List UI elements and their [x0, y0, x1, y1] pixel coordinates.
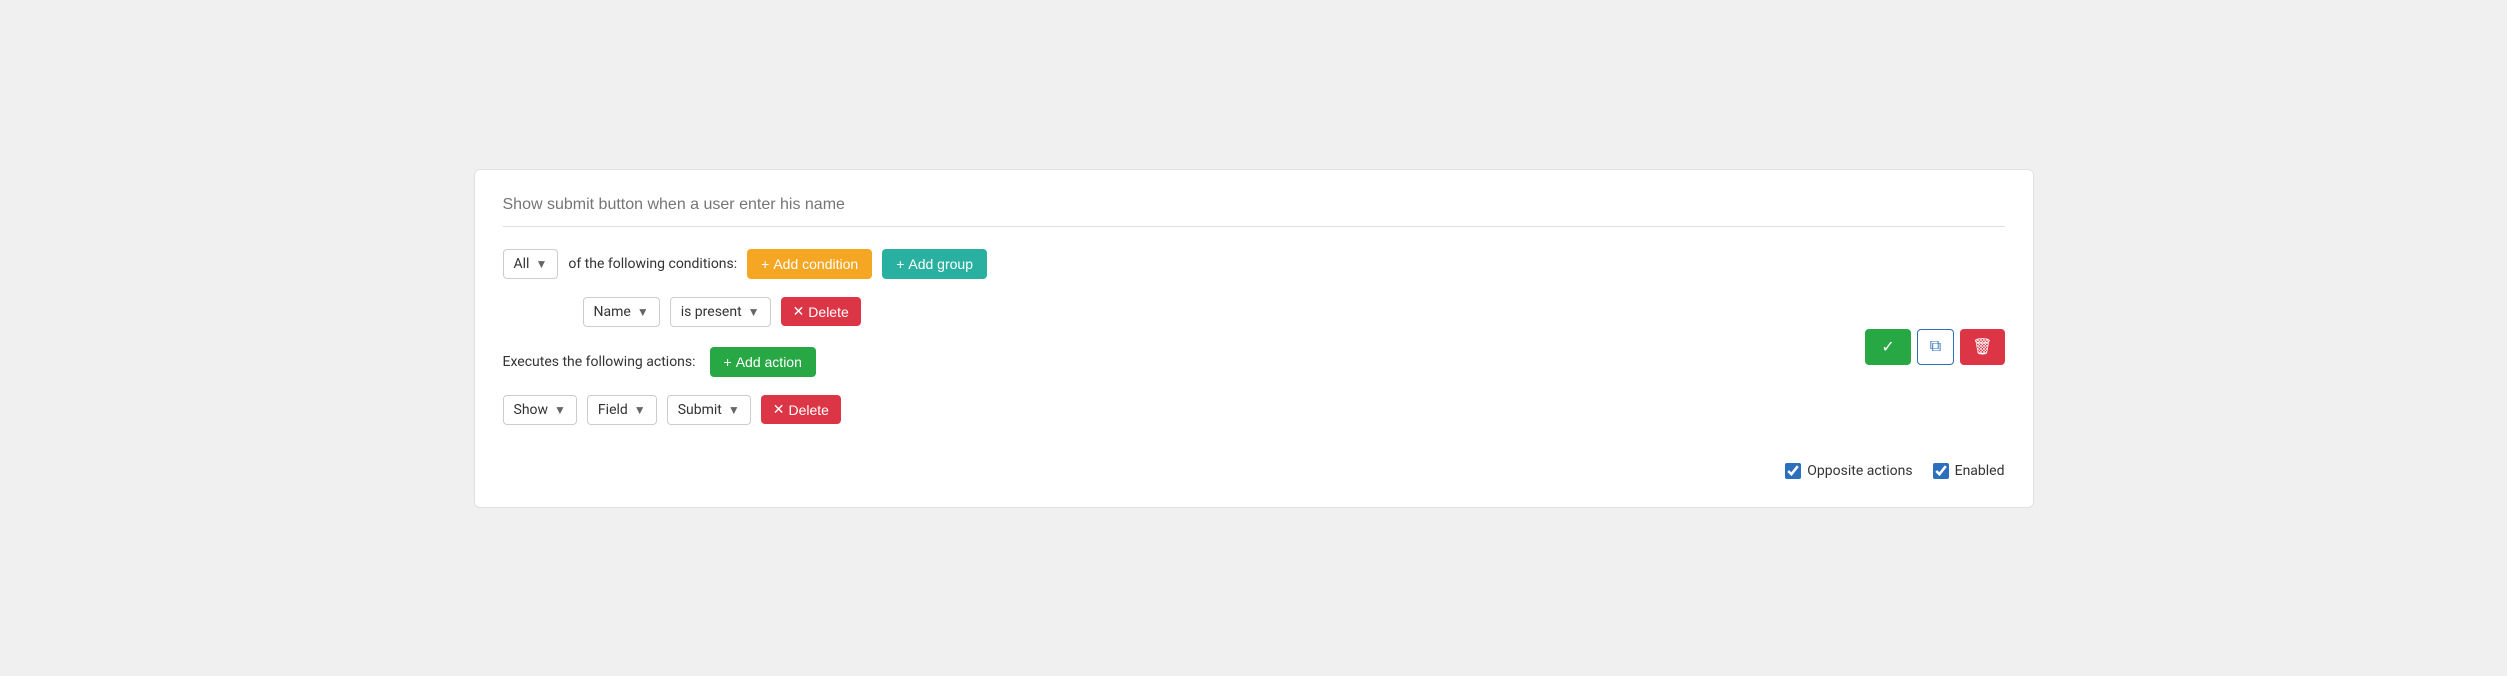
enabled-label[interactable]: Enabled — [1933, 463, 2005, 479]
action-delete-icon: ✕ — [773, 401, 785, 418]
action-type-chevron: ▼ — [554, 403, 566, 417]
condition-operator-label: is present — [681, 304, 742, 320]
conditions-header-row: All ▼ of the following conditions: + Add… — [503, 249, 1866, 279]
enabled-checkbox[interactable] — [1933, 463, 1949, 479]
condition-operator-chevron: ▼ — [748, 305, 760, 319]
action-field-type-chevron: ▼ — [634, 403, 646, 417]
copy-icon: ⧉ — [1930, 338, 1941, 355]
action-row: Show ▼ Field ▼ Submit ▼ ✕ Delete — [503, 395, 1866, 425]
action-target-select[interactable]: Submit ▼ — [667, 395, 751, 425]
condition-field-select[interactable]: Name ▼ — [583, 297, 660, 327]
action-field-type-select[interactable]: Field ▼ — [587, 395, 657, 425]
opposite-actions-label[interactable]: Opposite actions — [1785, 463, 1912, 479]
all-select-chevron: ▼ — [535, 257, 547, 271]
conditions-section: All ▼ of the following conditions: + Add… — [503, 249, 1866, 445]
add-group-icon: + — [896, 256, 904, 272]
condition-delete-icon: ✕ — [793, 303, 805, 320]
add-group-button[interactable]: + Add group — [882, 249, 987, 279]
action-delete-label: Delete — [788, 402, 828, 418]
add-action-button[interactable]: + Add action — [710, 347, 816, 377]
condition-delete-button[interactable]: ✕ Delete — [781, 297, 861, 326]
action-delete-button[interactable]: ✕ Delete — [761, 395, 841, 424]
action-type-select[interactable]: Show ▼ — [503, 395, 577, 425]
enabled-text: Enabled — [1955, 463, 2005, 479]
add-action-label: Add action — [736, 354, 802, 370]
confirm-button[interactable]: ✓ — [1865, 329, 1910, 365]
of-label: of the following conditions: — [568, 256, 737, 272]
opposite-actions-text: Opposite actions — [1807, 463, 1912, 479]
add-condition-button[interactable]: + Add condition — [747, 249, 872, 279]
condition-field-label: Name — [594, 304, 631, 320]
footer-row: Opposite actions Enabled — [503, 463, 2005, 479]
delete-rule-icon: 🗑 — [1972, 339, 1992, 356]
condition-delete-label: Delete — [808, 304, 848, 320]
conditions-top-row: All ▼ of the following conditions: + Add… — [503, 249, 2005, 445]
rule-title-input[interactable] — [503, 196, 2005, 227]
delete-rule-button[interactable]: 🗑 — [1960, 329, 2004, 365]
copy-button[interactable]: ⧉ — [1917, 329, 1954, 365]
executes-label: Executes the following actions: — [503, 354, 696, 370]
add-condition-icon: + — [761, 256, 769, 272]
condition-operator-select[interactable]: is present ▼ — [670, 297, 771, 327]
all-select-label: All — [514, 256, 530, 272]
action-type-label: Show — [514, 402, 549, 418]
rule-card: All ▼ of the following conditions: + Add… — [474, 169, 2034, 508]
condition-field-chevron: ▼ — [637, 305, 649, 319]
action-target-chevron: ▼ — [728, 403, 740, 417]
add-group-label: Add group — [908, 256, 973, 272]
action-field-type-label: Field — [598, 402, 628, 418]
action-target-label: Submit — [678, 402, 722, 418]
condition-row: Name ▼ is present ▼ ✕ Delete — [583, 297, 1866, 327]
add-action-icon: + — [724, 354, 732, 370]
header-buttons-group: ✓ ⧉ 🗑 — [1865, 329, 2004, 365]
confirm-icon: ✓ — [1881, 339, 1894, 356]
add-condition-label: Add condition — [773, 256, 858, 272]
actions-header-row: Executes the following actions: + Add ac… — [503, 347, 1866, 377]
opposite-actions-checkbox[interactable] — [1785, 463, 1801, 479]
all-select[interactable]: All ▼ — [503, 249, 559, 279]
